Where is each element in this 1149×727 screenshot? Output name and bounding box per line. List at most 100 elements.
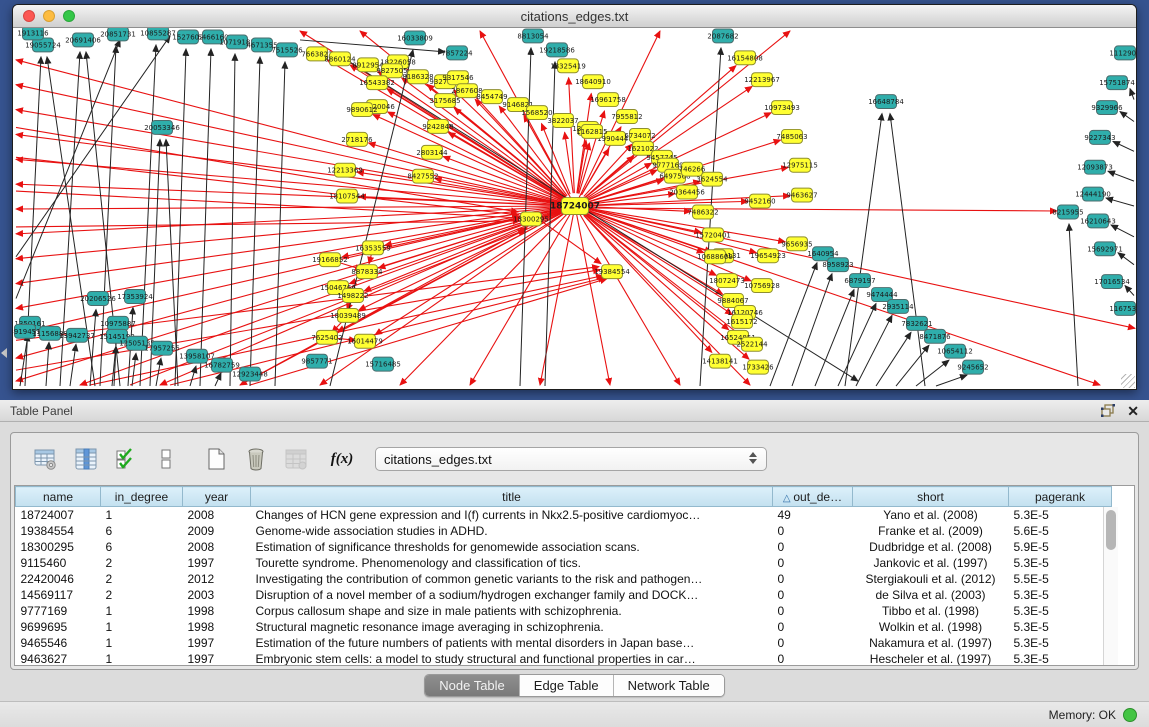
table-cell[interactable]: 5.5E-5 — [1009, 571, 1112, 587]
table-row[interactable]: 969969511998Structural magnetic resonanc… — [16, 619, 1112, 635]
table-cell[interactable]: Structural magnetic resonance image aver… — [251, 619, 773, 635]
table-row[interactable]: 977716911998Corpus callosum shape and si… — [16, 603, 1112, 619]
table-cell[interactable]: 1998 — [183, 619, 251, 635]
float-panel-icon[interactable] — [1101, 404, 1115, 417]
table-cell[interactable]: 5.3E-5 — [1009, 635, 1112, 651]
close-panel-icon[interactable]: ✕ — [1127, 404, 1139, 418]
table-cell[interactable]: 5.3E-5 — [1009, 603, 1112, 619]
column-header-title[interactable]: title — [251, 487, 773, 507]
network-canvas[interactable]: 1905572420691406208517311085528715276026… — [13, 28, 1136, 389]
table-cell[interactable]: Tibbo et al. (1998) — [853, 603, 1009, 619]
table-cell[interactable]: 9463627 — [16, 651, 101, 667]
table-cell[interactable]: Genome-wide association studies in ADHD. — [251, 523, 773, 539]
table-selector-dropdown[interactable]: citations_edges.txt — [375, 447, 767, 471]
table-cell[interactable]: Changes of HCN gene expression and I(f) … — [251, 507, 773, 523]
table-cell[interactable]: 2009 — [183, 523, 251, 539]
graph-edge[interactable] — [541, 124, 570, 194]
table-cell[interactable]: 2003 — [183, 587, 251, 603]
table-cell[interactable]: Nakamura et al. (1997) — [853, 635, 1009, 651]
table-row[interactable]: 946362711997Embryonic stem cells: a mode… — [16, 651, 1112, 667]
graph-edge[interactable] — [916, 360, 949, 386]
table-cell[interactable]: 0 — [773, 523, 853, 539]
table-cell[interactable]: 49 — [773, 507, 853, 523]
network-window-titlebar[interactable]: citations_edges.txt — [13, 5, 1136, 28]
table-cell[interactable]: 0 — [773, 651, 853, 667]
graph-edge[interactable] — [578, 143, 589, 193]
graph-edge[interactable] — [1125, 286, 1134, 296]
graph-edge[interactable] — [250, 279, 607, 385]
table-cell[interactable]: 1 — [101, 619, 183, 635]
graph-edge[interactable] — [1120, 112, 1134, 122]
graph-edge[interactable] — [856, 315, 892, 386]
graph-edge[interactable] — [1113, 141, 1134, 151]
table-cell[interactable]: Disruption of a novel member of a sodium… — [251, 587, 773, 603]
table-cell[interactable]: 1 — [101, 507, 183, 523]
table-cell[interactable]: Corpus callosum shape and size in male p… — [251, 603, 773, 619]
table-cell[interactable]: 2 — [101, 555, 183, 571]
table-cell[interactable]: 0 — [773, 571, 853, 587]
new-table-icon[interactable] — [203, 446, 229, 472]
table-cell[interactable]: 14569117 — [16, 587, 101, 603]
table-cell[interactable]: 9115460 — [16, 555, 101, 571]
table-cell[interactable]: 5.3E-5 — [1009, 587, 1112, 603]
table-row[interactable]: 1456911722003Disruption of a novel membe… — [16, 587, 1112, 603]
graph-edge[interactable] — [16, 206, 575, 333]
table-cell[interactable]: 1998 — [183, 603, 251, 619]
table-cell[interactable]: Franke et al. (2009) — [853, 523, 1009, 539]
table-cell[interactable]: 2 — [101, 571, 183, 587]
delete-table-icon[interactable] — [283, 446, 309, 472]
network-svg[interactable]: 1905572420691406208517311085528715276026… — [13, 28, 1136, 389]
table-cell[interactable]: 0 — [773, 619, 853, 635]
table-cell[interactable]: Dudbridge et al. (2008) — [853, 539, 1009, 555]
delete-columns-icon[interactable] — [243, 446, 269, 472]
graph-edge[interactable] — [215, 373, 221, 386]
table-cell[interactable]: 0 — [773, 555, 853, 571]
function-builder-icon[interactable]: f(x) — [329, 446, 355, 472]
column-header-short[interactable]: short — [853, 487, 1009, 507]
table-cell[interactable]: Jankovic et al. (1997) — [853, 555, 1009, 571]
table-cell[interactable]: 18300295 — [16, 539, 101, 555]
column-header-out_de[interactable]: △ out_de… — [773, 487, 853, 507]
graph-edge[interactable] — [876, 332, 911, 386]
graph-edge[interactable] — [1118, 253, 1134, 265]
memory-status-indicator[interactable] — [1123, 708, 1137, 722]
graph-edge[interactable] — [792, 274, 832, 386]
graph-edge[interactable] — [584, 144, 632, 196]
graph-edge[interactable] — [1069, 224, 1078, 386]
graph-edge[interactable] — [16, 206, 575, 284]
table-cell[interactable]: Tourette syndrome. Phenomenology and cla… — [251, 555, 773, 571]
table-cell[interactable]: 1997 — [183, 555, 251, 571]
table-cell[interactable]: 22420046 — [16, 571, 101, 587]
table-cell[interactable]: 0 — [773, 603, 853, 619]
table-cell[interactable]: 1 — [101, 603, 183, 619]
table-row[interactable]: 911546021997Tourette syndrome. Phenomeno… — [16, 555, 1112, 571]
graph-edge[interactable] — [132, 353, 136, 386]
table-cell[interactable]: 5.9E-5 — [1009, 539, 1112, 555]
table-row[interactable]: 1872400712008Changes of HCN gene express… — [16, 507, 1112, 523]
table-settings-icon[interactable] — [33, 446, 59, 472]
column-header-in_degree[interactable]: in_degree — [101, 487, 183, 507]
graph-edge[interactable] — [936, 375, 967, 386]
table-cell[interactable]: 6 — [101, 539, 183, 555]
graph-edge[interactable] — [16, 159, 575, 206]
deselect-all-icon[interactable] — [153, 446, 179, 472]
graph-edge[interactable] — [200, 49, 211, 386]
table-cell[interactable]: 5.3E-5 — [1009, 651, 1112, 667]
graph-edge[interactable] — [1108, 171, 1134, 181]
table-cell[interactable]: 9465546 — [16, 635, 101, 651]
table-cell[interactable]: Yano et al. (2008) — [853, 507, 1009, 523]
column-header-year[interactable]: year — [183, 487, 251, 507]
table-cell[interactable]: 0 — [773, 635, 853, 651]
table-scrollbar[interactable] — [1103, 507, 1118, 665]
table-cell[interactable]: 2008 — [183, 507, 251, 523]
graph-edge[interactable] — [156, 358, 161, 386]
table-cell[interactable]: 2012 — [183, 571, 251, 587]
graph-edge[interactable] — [70, 344, 76, 386]
table-cell[interactable]: 2008 — [183, 539, 251, 555]
tab-edge-table[interactable]: Edge Table — [520, 675, 614, 696]
table-cell[interactable]: 1 — [101, 651, 183, 667]
column-header-pagerank[interactable]: pagerank — [1009, 487, 1112, 507]
table-cell[interactable]: 5.6E-5 — [1009, 523, 1112, 539]
graph-edge[interactable] — [190, 366, 196, 386]
tab-network-table[interactable]: Network Table — [614, 675, 724, 696]
